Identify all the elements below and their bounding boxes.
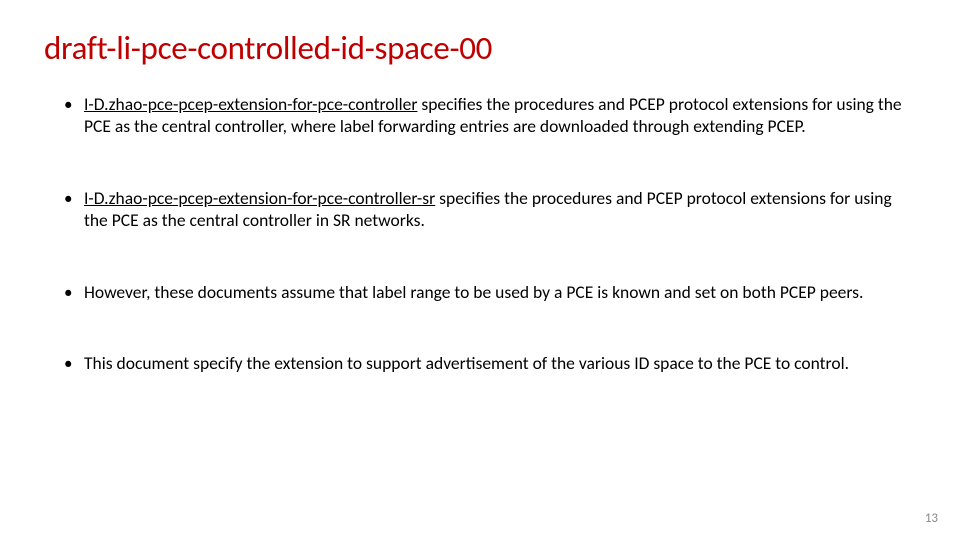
slide: draft-li-pce-controlled-id-space-00 I-D.…	[0, 0, 960, 540]
bullet-item: I-D.zhao-pce-pcep-extension-for-pce-cont…	[70, 94, 916, 138]
bullet-list: I-D.zhao-pce-pcep-extension-for-pce-cont…	[44, 94, 916, 375]
reference-link[interactable]: I-D.zhao-pce-pcep-extension-for-pce-cont…	[84, 93, 417, 115]
bullet-text: This document specify the extension to s…	[84, 352, 849, 374]
reference-link[interactable]: I-D.zhao-pce-pcep-extension-for-pce-cont…	[84, 187, 435, 209]
bullet-item: I-D.zhao-pce-pcep-extension-for-pce-cont…	[70, 188, 916, 232]
bullet-item: This document specify the extension to s…	[70, 353, 916, 375]
slide-title: draft-li-pce-controlled-id-space-00	[44, 28, 916, 68]
bullet-text: However, these documents assume that lab…	[84, 281, 863, 303]
bullet-item: However, these documents assume that lab…	[70, 282, 916, 304]
page-number: 13	[925, 511, 938, 526]
